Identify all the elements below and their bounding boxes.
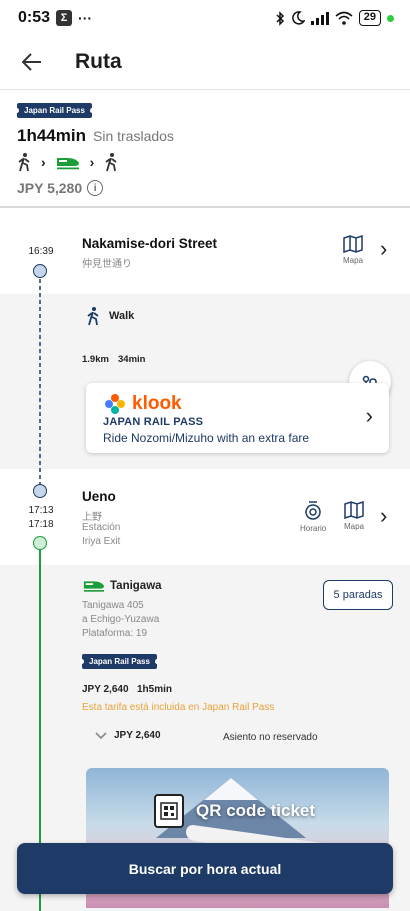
map-label: Mapa xyxy=(344,522,365,531)
map-icon xyxy=(344,501,364,519)
map-icon xyxy=(343,235,363,253)
seat-type: Asiento no reservado xyxy=(223,732,318,743)
chevron-right-icon: › xyxy=(365,403,373,428)
chevron-down-icon xyxy=(95,731,107,739)
station-type: Estación xyxy=(82,522,121,533)
walk-distance: 1.9km xyxy=(82,354,109,365)
klook-pinwheel-icon xyxy=(105,394,125,414)
walk-label: Walk xyxy=(109,310,135,322)
timeline-node xyxy=(33,484,47,498)
timetable-label: Horario xyxy=(300,524,327,533)
train-number: Tanigawa 405 xyxy=(82,600,144,611)
pass-included-note: Esta tarifa está incluida en Japan Rail … xyxy=(82,702,275,713)
timeline-node xyxy=(33,264,47,278)
train-destination: a Echigo-Yuzawa xyxy=(82,614,160,625)
station-exit: Iriya Exit xyxy=(82,536,121,547)
station-name[interactable]: Ueno xyxy=(82,489,116,504)
arrival-time: 17:13 xyxy=(28,505,54,516)
station-subname: 上野 xyxy=(82,512,102,523)
japan-rail-pass-badge: Japan Rail Pass xyxy=(80,654,159,669)
departure-time: 16:39 xyxy=(28,246,54,257)
train-price: JPY 2,640 xyxy=(82,684,129,695)
klook-ad-card[interactable]: klook JAPAN RAIL PASS Ride Nozomi/Mizuho… xyxy=(86,383,389,453)
klook-brand: klook xyxy=(132,393,182,414)
walk-duration: 34min xyxy=(118,354,146,365)
departure-time: 17:18 xyxy=(28,519,54,530)
clock-sign-icon xyxy=(305,501,321,520)
stops-count-button[interactable]: 5 paradas xyxy=(323,580,393,610)
walk-icon xyxy=(87,307,99,326)
train-duration: 1h5min xyxy=(137,684,173,695)
station-name[interactable]: Nakamise-dori Street xyxy=(82,236,217,251)
timeline-node xyxy=(33,536,47,550)
chevron-right-icon[interactable]: › xyxy=(380,503,387,529)
klook-title: JAPAN RAIL PASS xyxy=(103,416,204,428)
mountain-snowcap xyxy=(204,778,258,800)
qr-ticket-text: QR code ticket xyxy=(196,801,316,820)
fare-dropdown[interactable]: JPY 2,640 xyxy=(94,730,161,741)
train-name: Tanigawa xyxy=(110,580,162,592)
bullet-train-icon xyxy=(83,581,105,592)
timetable-button[interactable]: Horario xyxy=(300,501,326,533)
train-platform: Plataforma: 19 xyxy=(82,628,148,639)
klook-logo: klook xyxy=(104,393,182,415)
map-button[interactable]: Mapa xyxy=(343,235,363,265)
qr-phone-icon xyxy=(154,794,184,828)
map-label: Mapa xyxy=(343,256,364,265)
fare-price: JPY 2,640 xyxy=(114,730,161,741)
search-current-time-button[interactable]: Buscar por hora actual xyxy=(17,843,393,894)
klook-description: Ride Nozomi/Mizuho with an extra fare xyxy=(103,431,310,445)
map-button[interactable]: Mapa xyxy=(344,501,364,531)
station-subname: 仲見世通り xyxy=(82,259,132,270)
chevron-right-icon[interactable]: › xyxy=(380,236,387,262)
